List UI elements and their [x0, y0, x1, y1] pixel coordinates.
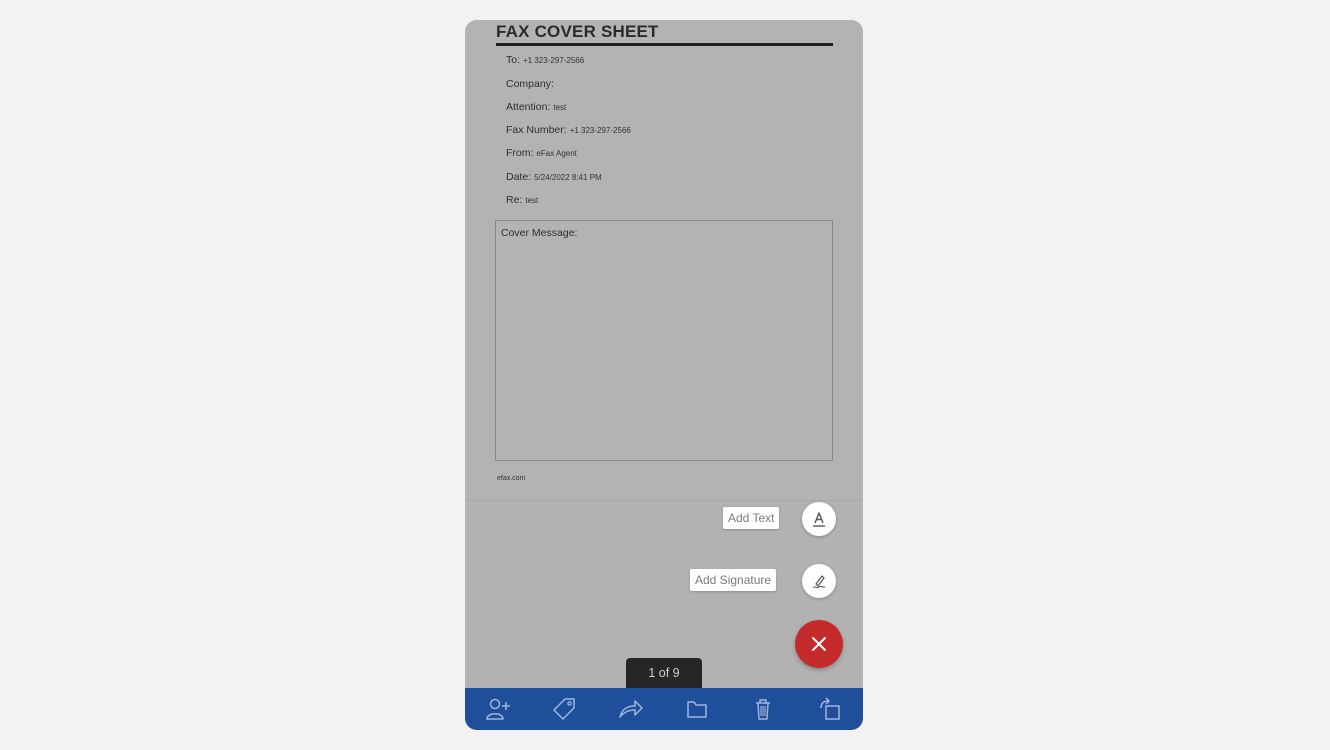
field-from: From: eFax Agent [506, 147, 577, 159]
close-actions-button[interactable] [795, 620, 843, 668]
add-contact-button[interactable] [483, 694, 513, 724]
field-to: To: +1 323-297-2566 [506, 54, 584, 66]
add-text-label[interactable]: Add Text [723, 507, 780, 529]
field-company: Company: [506, 78, 557, 90]
add-signature-button[interactable] [802, 564, 836, 598]
document-title: FAX COVER SHEET [496, 22, 659, 41]
bottom-toolbar [465, 688, 863, 730]
field-label: To: [506, 54, 521, 66]
field-value: 5/24/2022 8:41 PM [534, 173, 602, 182]
trash-icon [756, 699, 771, 720]
field-fax-number: Fax Number: +1 323-297-2566 [506, 124, 631, 136]
tag-icon [553, 698, 576, 720]
trash-button[interactable] [748, 694, 778, 724]
field-re: Re: test [506, 194, 538, 206]
field-value: eFax Agent [536, 149, 577, 158]
field-value: +1 323-297-2566 [523, 56, 585, 65]
field-label: From: [506, 147, 534, 159]
field-date: Date: 5/24/2022 8:41 PM [506, 171, 602, 183]
close-icon [812, 637, 826, 651]
document-footer: efax.com [497, 475, 526, 482]
rotate-button[interactable] [815, 694, 845, 724]
add-contact-icon [486, 698, 511, 720]
folder-icon [687, 701, 707, 718]
fax-document-preview[interactable]: FAX COVER SHEET To: +1 323-297-2566 Compa… [465, 20, 863, 501]
cover-message-label: Cover Message: [501, 227, 578, 239]
field-label: Re: [506, 194, 523, 206]
field-label: Fax Number: [506, 124, 567, 136]
tag-button[interactable] [549, 694, 579, 724]
folder-button[interactable] [682, 694, 712, 724]
page-indicator: 1 of 9 [626, 658, 702, 688]
field-label: Attention: [506, 101, 551, 113]
field-label: Date: [506, 171, 532, 183]
phone-screen: FAX COVER SHEET To: +1 323-297-2566 Compa… [465, 20, 863, 730]
field-value: +1 323-297-2566 [569, 126, 631, 135]
field-value: test [525, 196, 539, 205]
title-divider [496, 43, 833, 46]
text-icon [813, 512, 825, 527]
signature-icon [812, 575, 826, 589]
add-text-button[interactable] [802, 502, 836, 536]
cover-message-box: Cover Message: [495, 220, 833, 461]
rotate-icon [820, 697, 840, 720]
forward-icon [619, 700, 643, 718]
field-label: Company: [506, 78, 554, 90]
field-attention: Attention: test [506, 101, 566, 113]
field-value: test [553, 103, 567, 112]
add-signature-label[interactable]: Add Signature [690, 569, 777, 591]
forward-button[interactable] [616, 694, 646, 724]
